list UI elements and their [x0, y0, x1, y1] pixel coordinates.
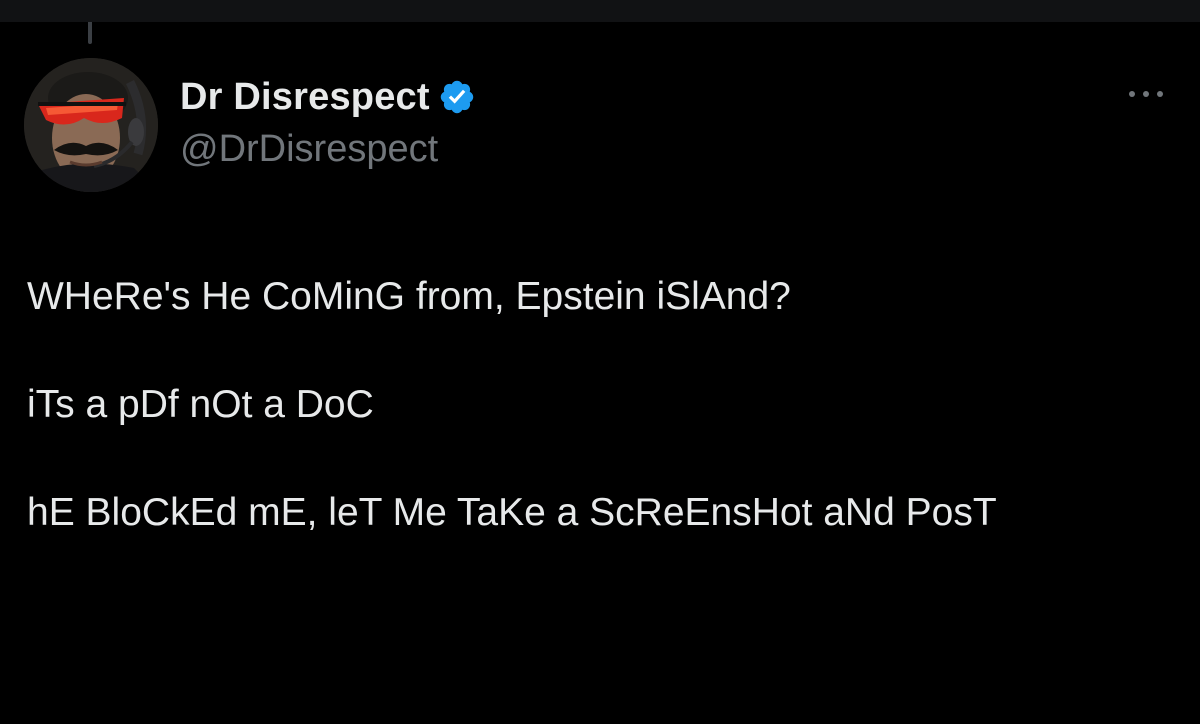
avatar[interactable]	[24, 58, 158, 192]
tweet-paragraph: hE BloCkEd mE, leT Me TaKe a ScReEnsHot …	[27, 491, 997, 534]
more-options-icon[interactable]	[1126, 82, 1166, 106]
author-display-name[interactable]: Dr Disrespect	[180, 76, 430, 119]
verified-badge-icon	[438, 78, 476, 116]
author-handle[interactable]: @DrDisrespect	[180, 128, 476, 171]
author-block[interactable]: Dr Disrespect @DrDisrespect	[180, 74, 476, 171]
avatar-image	[24, 58, 158, 192]
thread-connector-line	[88, 22, 92, 44]
tweet-paragraph: WHeRe's He CoMinG from, Epstein iSlAnd?	[27, 275, 791, 318]
name-row: Dr Disrespect	[180, 74, 476, 120]
tweet[interactable]: Dr Disrespect @DrDisrespect WHeRe's He C…	[0, 0, 1200, 724]
tweet-paragraph: iTs a pDf nOt a DoC	[27, 383, 374, 426]
tweet-text: WHeRe's He CoMinG from, Epstein iSlAnd? …	[27, 270, 1167, 594]
